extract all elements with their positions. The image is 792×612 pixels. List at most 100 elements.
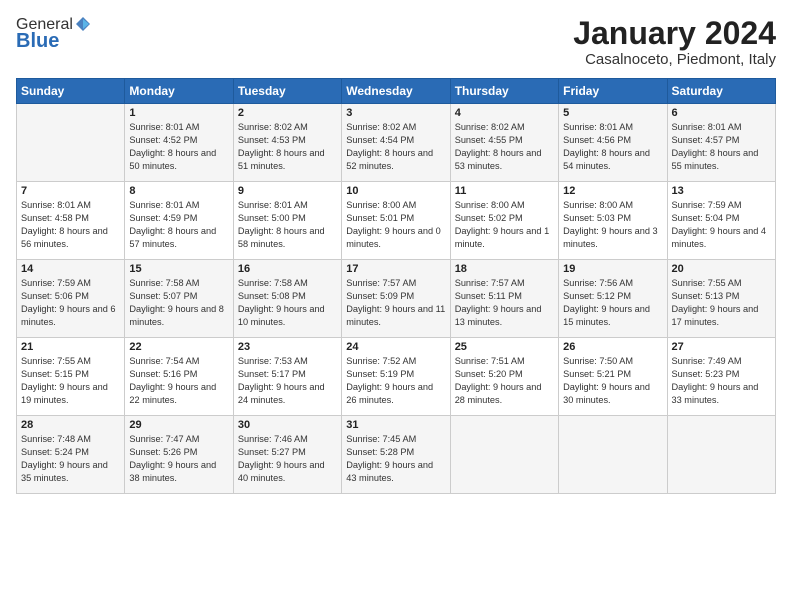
day-info: Sunrise: 7:58 AMSunset: 5:08 PMDaylight:…: [238, 277, 337, 329]
calendar-cell: 9 Sunrise: 8:01 AMSunset: 5:00 PMDaylight…: [233, 182, 341, 260]
calendar-cell: 16 Sunrise: 7:58 AMSunset: 5:08 PMDayligh…: [233, 260, 341, 338]
day-info: Sunrise: 7:46 AMSunset: 5:27 PMDaylight:…: [238, 433, 337, 485]
day-number: 11: [455, 185, 554, 197]
day-info: Sunrise: 8:01 AMSunset: 5:00 PMDaylight:…: [238, 199, 337, 251]
calendar-cell: [559, 416, 667, 494]
day-number: 21: [21, 341, 120, 353]
day-number: 18: [455, 263, 554, 275]
calendar-cell: 26Sunrise: 7:50 AMSunset: 5:21 PMDayligh…: [559, 338, 667, 416]
day-number: 5: [563, 107, 662, 119]
calendar-table: SundayMondayTuesdayWednesdayThursdayFrid…: [16, 78, 776, 494]
day-number: 29: [129, 419, 228, 431]
calendar-cell: 29 Sunrise: 7:47 AMSunset: 5:26 PMDayligh…: [125, 416, 233, 494]
day-number: 30: [238, 419, 337, 431]
calendar-cell: 13 Sunrise: 7:59 AMSunset: 5:04 PMDayligh…: [667, 182, 775, 260]
day-number: 2: [238, 107, 337, 119]
location: Casalnoceto, Piedmont, Italy: [573, 51, 776, 68]
day-info: Sunrise: 8:01 AMSunset: 4:57 PMDaylight:…: [672, 121, 771, 173]
day-of-week-header: Tuesday: [233, 79, 341, 104]
calendar-cell: 10 Sunrise: 8:00 AMSunset: 5:01 PMDayligh…: [342, 182, 450, 260]
day-info: Sunrise: 8:02 AMSunset: 4:54 PMDaylight:…: [346, 121, 445, 173]
calendar-cell: 30 Sunrise: 7:46 AMSunset: 5:27 PMDayligh…: [233, 416, 341, 494]
calendar-cell: 8Sunrise: 8:01 AMSunset: 4:59 PMDaylight…: [125, 182, 233, 260]
calendar-cell: 6 Sunrise: 8:01 AMSunset: 4:57 PMDaylight…: [667, 104, 775, 182]
day-info: Sunrise: 8:01 AMSunset: 4:52 PMDaylight:…: [129, 121, 228, 173]
day-info: Sunrise: 7:50 AMSunset: 5:21 PMDaylight:…: [563, 355, 662, 407]
calendar-cell: 18 Sunrise: 7:57 AMSunset: 5:11 PMDayligh…: [450, 260, 558, 338]
day-number: 10: [346, 185, 445, 197]
calendar-week-row: 1Sunrise: 8:01 AMSunset: 4:52 PMDaylight…: [17, 104, 776, 182]
day-number: 31: [346, 419, 445, 431]
day-of-week-header: Thursday: [450, 79, 558, 104]
calendar-cell: 5 Sunrise: 8:01 AMSunset: 4:56 PMDaylight…: [559, 104, 667, 182]
calendar-week-row: 7 Sunrise: 8:01 AMSunset: 4:58 PMDaylight…: [17, 182, 776, 260]
day-of-week-header: Monday: [125, 79, 233, 104]
day-number: 16: [238, 263, 337, 275]
day-number: 25: [455, 341, 554, 353]
day-number: 20: [672, 263, 771, 275]
logo-icon: [74, 15, 92, 33]
calendar-header-row: SundayMondayTuesdayWednesdayThursdayFrid…: [17, 79, 776, 104]
day-number: 7: [21, 185, 120, 197]
day-number: 22: [129, 341, 228, 353]
day-number: 12: [563, 185, 662, 197]
day-info: Sunrise: 7:52 AMSunset: 5:19 PMDaylight:…: [346, 355, 445, 407]
header: General Blue January 2024 Casalnoceto, P…: [16, 16, 776, 68]
calendar-week-row: 14 Sunrise: 7:59 AMSunset: 5:06 PMDayligh…: [17, 260, 776, 338]
title-block: January 2024 Casalnoceto, Piedmont, Ital…: [573, 16, 776, 68]
calendar-cell: 14 Sunrise: 7:59 AMSunset: 5:06 PMDayligh…: [17, 260, 125, 338]
calendar-cell: [667, 416, 775, 494]
day-of-week-header: Wednesday: [342, 79, 450, 104]
day-info: Sunrise: 7:57 AMSunset: 5:11 PMDaylight:…: [455, 277, 554, 329]
day-number: 8: [129, 185, 228, 197]
calendar-cell: 24Sunrise: 7:52 AMSunset: 5:19 PMDayligh…: [342, 338, 450, 416]
day-number: 23: [238, 341, 337, 353]
calendar-cell: 15 Sunrise: 7:58 AMSunset: 5:07 PMDayligh…: [125, 260, 233, 338]
day-of-week-header: Friday: [559, 79, 667, 104]
day-number: 17: [346, 263, 445, 275]
day-info: Sunrise: 8:02 AMSunset: 4:53 PMDaylight:…: [238, 121, 337, 173]
calendar-cell: 31 Sunrise: 7:45 AMSunset: 5:28 PMDayligh…: [342, 416, 450, 494]
day-info: Sunrise: 7:59 AMSunset: 5:04 PMDaylight:…: [672, 199, 771, 251]
day-info: Sunrise: 7:49 AMSunset: 5:23 PMDaylight:…: [672, 355, 771, 407]
calendar-cell: 7 Sunrise: 8:01 AMSunset: 4:58 PMDaylight…: [17, 182, 125, 260]
day-info: Sunrise: 8:01 AMSunset: 4:58 PMDaylight:…: [21, 199, 120, 251]
day-info: Sunrise: 8:00 AMSunset: 5:02 PMDaylight:…: [455, 199, 554, 251]
day-of-week-header: Saturday: [667, 79, 775, 104]
day-number: 13: [672, 185, 771, 197]
calendar-week-row: 28 Sunrise: 7:48 AMSunset: 5:24 PMDayligh…: [17, 416, 776, 494]
day-of-week-header: Sunday: [17, 79, 125, 104]
calendar-cell: 2 Sunrise: 8:02 AMSunset: 4:53 PMDaylight…: [233, 104, 341, 182]
day-number: 6: [672, 107, 771, 119]
calendar-cell: 19Sunrise: 7:56 AMSunset: 5:12 PMDayligh…: [559, 260, 667, 338]
calendar-cell: 23Sunrise: 7:53 AMSunset: 5:17 PMDayligh…: [233, 338, 341, 416]
day-number: 19: [563, 263, 662, 275]
day-number: 3: [346, 107, 445, 119]
month-title: January 2024: [573, 16, 776, 51]
calendar-cell: 27Sunrise: 7:49 AMSunset: 5:23 PMDayligh…: [667, 338, 775, 416]
calendar-cell: 20Sunrise: 7:55 AMSunset: 5:13 PMDayligh…: [667, 260, 775, 338]
calendar-cell: 1Sunrise: 8:01 AMSunset: 4:52 PMDaylight…: [125, 104, 233, 182]
calendar-cell: 21Sunrise: 7:55 AMSunset: 5:15 PMDayligh…: [17, 338, 125, 416]
day-info: Sunrise: 7:58 AMSunset: 5:07 PMDaylight:…: [129, 277, 228, 329]
logo-blue-text: Blue: [16, 30, 59, 53]
day-info: Sunrise: 7:45 AMSunset: 5:28 PMDaylight:…: [346, 433, 445, 485]
day-number: 14: [21, 263, 120, 275]
day-info: Sunrise: 7:57 AMSunset: 5:09 PMDaylight:…: [346, 277, 445, 329]
day-info: Sunrise: 7:47 AMSunset: 5:26 PMDaylight:…: [129, 433, 228, 485]
day-number: 9: [238, 185, 337, 197]
day-number: 15: [129, 263, 228, 275]
day-info: Sunrise: 8:01 AMSunset: 4:56 PMDaylight:…: [563, 121, 662, 173]
day-info: Sunrise: 8:02 AMSunset: 4:55 PMDaylight:…: [455, 121, 554, 173]
day-info: Sunrise: 7:59 AMSunset: 5:06 PMDaylight:…: [21, 277, 120, 329]
day-info: Sunrise: 8:00 AMSunset: 5:03 PMDaylight:…: [563, 199, 662, 251]
day-info: Sunrise: 8:00 AMSunset: 5:01 PMDaylight:…: [346, 199, 445, 251]
calendar-cell: [17, 104, 125, 182]
logo: General Blue: [16, 16, 92, 53]
calendar-cell: 17 Sunrise: 7:57 AMSunset: 5:09 PMDayligh…: [342, 260, 450, 338]
calendar-cell: 4 Sunrise: 8:02 AMSunset: 4:55 PMDaylight…: [450, 104, 558, 182]
day-info: Sunrise: 7:48 AMSunset: 5:24 PMDaylight:…: [21, 433, 120, 485]
day-info: Sunrise: 7:51 AMSunset: 5:20 PMDaylight:…: [455, 355, 554, 407]
day-number: 28: [21, 419, 120, 431]
day-number: 4: [455, 107, 554, 119]
